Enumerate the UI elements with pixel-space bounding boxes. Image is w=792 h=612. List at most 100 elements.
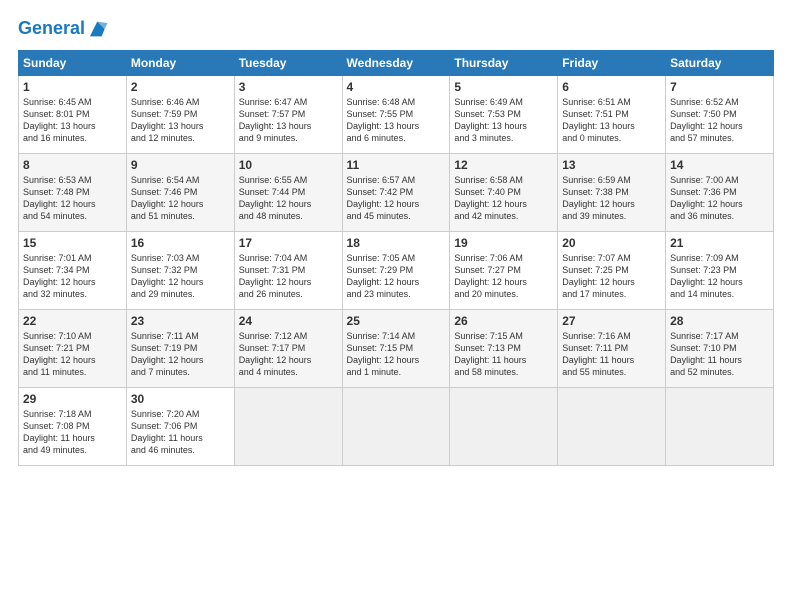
day-info: Sunrise: 7:01 AM Sunset: 7:34 PM Dayligh… [23, 252, 122, 301]
calendar-cell: 26 Sunrise: 7:15 AM Sunset: 7:13 PM Dayli… [450, 310, 558, 388]
day-info: Sunrise: 7:17 AM Sunset: 7:10 PM Dayligh… [670, 330, 769, 379]
day-number: 15 [23, 236, 122, 250]
day-number: 10 [239, 158, 338, 172]
day-number: 18 [347, 236, 446, 250]
day-number: 8 [23, 158, 122, 172]
header-day-tuesday: Tuesday [234, 51, 342, 76]
header-day-sunday: Sunday [19, 51, 127, 76]
day-info: Sunrise: 7:03 AM Sunset: 7:32 PM Dayligh… [131, 252, 230, 301]
header-row: SundayMondayTuesdayWednesdayThursdayFrid… [19, 51, 774, 76]
calendar-cell: 1 Sunrise: 6:45 AM Sunset: 8:01 PM Daylig… [19, 76, 127, 154]
calendar-cell: 3 Sunrise: 6:47 AM Sunset: 7:57 PM Daylig… [234, 76, 342, 154]
calendar-cell [234, 388, 342, 466]
day-info: Sunrise: 6:59 AM Sunset: 7:38 PM Dayligh… [562, 174, 661, 223]
day-info: Sunrise: 7:15 AM Sunset: 7:13 PM Dayligh… [454, 330, 553, 379]
day-info: Sunrise: 7:09 AM Sunset: 7:23 PM Dayligh… [670, 252, 769, 301]
day-info: Sunrise: 6:57 AM Sunset: 7:42 PM Dayligh… [347, 174, 446, 223]
day-number: 14 [670, 158, 769, 172]
day-number: 22 [23, 314, 122, 328]
header-day-monday: Monday [126, 51, 234, 76]
day-number: 16 [131, 236, 230, 250]
day-info: Sunrise: 7:20 AM Sunset: 7:06 PM Dayligh… [131, 408, 230, 457]
day-info: Sunrise: 7:06 AM Sunset: 7:27 PM Dayligh… [454, 252, 553, 301]
day-info: Sunrise: 7:04 AM Sunset: 7:31 PM Dayligh… [239, 252, 338, 301]
day-info: Sunrise: 6:46 AM Sunset: 7:59 PM Dayligh… [131, 96, 230, 145]
calendar-cell: 25 Sunrise: 7:14 AM Sunset: 7:15 PM Dayli… [342, 310, 450, 388]
day-info: Sunrise: 7:18 AM Sunset: 7:08 PM Dayligh… [23, 408, 122, 457]
day-number: 30 [131, 392, 230, 406]
day-info: Sunrise: 6:52 AM Sunset: 7:50 PM Dayligh… [670, 96, 769, 145]
week-row-4: 22Sunrise: 7:10 AM Sunset: 7:21 PM Dayli… [19, 310, 774, 388]
page: General SundayMondayTuesdayWednesdayThur… [0, 0, 792, 612]
day-number: 24 [239, 314, 338, 328]
calendar-cell [450, 388, 558, 466]
logo-icon [87, 18, 109, 40]
day-number: 17 [239, 236, 338, 250]
day-number: 26 [454, 314, 553, 328]
calendar-cell [558, 388, 666, 466]
calendar-cell: 13 Sunrise: 6:59 AM Sunset: 7:38 PM Dayli… [558, 154, 666, 232]
day-number: 20 [562, 236, 661, 250]
calendar-cell: 4 Sunrise: 6:48 AM Sunset: 7:55 PM Daylig… [342, 76, 450, 154]
calendar-cell: 10 Sunrise: 6:55 AM Sunset: 7:44 PM Dayli… [234, 154, 342, 232]
day-number: 23 [131, 314, 230, 328]
calendar-cell: 2Sunrise: 6:46 AM Sunset: 7:59 PM Daylig… [126, 76, 234, 154]
day-number: 27 [562, 314, 661, 328]
calendar-cell: 24 Sunrise: 7:12 AM Sunset: 7:17 PM Dayli… [234, 310, 342, 388]
calendar-table: SundayMondayTuesdayWednesdayThursdayFrid… [18, 50, 774, 466]
header-day-wednesday: Wednesday [342, 51, 450, 76]
logo-text: General [18, 18, 85, 40]
day-info: Sunrise: 6:55 AM Sunset: 7:44 PM Dayligh… [239, 174, 338, 223]
day-info: Sunrise: 7:11 AM Sunset: 7:19 PM Dayligh… [131, 330, 230, 379]
day-number: 19 [454, 236, 553, 250]
calendar-cell: 29 Sunrise: 7:18 AM Sunset: 7:08 PM Dayli… [19, 388, 127, 466]
day-info: Sunrise: 6:53 AM Sunset: 7:48 PM Dayligh… [23, 174, 122, 223]
day-info: Sunrise: 6:54 AM Sunset: 7:46 PM Dayligh… [131, 174, 230, 223]
header: General [18, 18, 774, 40]
day-info: Sunrise: 6:58 AM Sunset: 7:40 PM Dayligh… [454, 174, 553, 223]
calendar-cell [342, 388, 450, 466]
day-number: 25 [347, 314, 446, 328]
calendar-cell: 11 Sunrise: 6:57 AM Sunset: 7:42 PM Dayli… [342, 154, 450, 232]
calendar-cell: 22Sunrise: 7:10 AM Sunset: 7:21 PM Dayli… [19, 310, 127, 388]
day-info: Sunrise: 6:49 AM Sunset: 7:53 PM Dayligh… [454, 96, 553, 145]
day-info: Sunrise: 6:48 AM Sunset: 7:55 PM Dayligh… [347, 96, 446, 145]
day-info: Sunrise: 7:16 AM Sunset: 7:11 PM Dayligh… [562, 330, 661, 379]
day-number: 13 [562, 158, 661, 172]
calendar-cell: 18 Sunrise: 7:05 AM Sunset: 7:29 PM Dayli… [342, 232, 450, 310]
calendar-cell: 21Sunrise: 7:09 AM Sunset: 7:23 PM Dayli… [666, 232, 774, 310]
calendar-cell: 5Sunrise: 6:49 AM Sunset: 7:53 PM Daylig… [450, 76, 558, 154]
calendar-cell: 7Sunrise: 6:52 AM Sunset: 7:50 PM Daylig… [666, 76, 774, 154]
day-info: Sunrise: 7:07 AM Sunset: 7:25 PM Dayligh… [562, 252, 661, 301]
day-number: 3 [239, 80, 338, 94]
calendar-cell: 20 Sunrise: 7:07 AM Sunset: 7:25 PM Dayli… [558, 232, 666, 310]
day-number: 4 [347, 80, 446, 94]
calendar-cell: 23 Sunrise: 7:11 AM Sunset: 7:19 PM Dayli… [126, 310, 234, 388]
calendar-cell: 15 Sunrise: 7:01 AM Sunset: 7:34 PM Dayli… [19, 232, 127, 310]
day-info: Sunrise: 7:12 AM Sunset: 7:17 PM Dayligh… [239, 330, 338, 379]
day-info: Sunrise: 6:51 AM Sunset: 7:51 PM Dayligh… [562, 96, 661, 145]
calendar-cell: 19 Sunrise: 7:06 AM Sunset: 7:27 PM Dayli… [450, 232, 558, 310]
day-number: 11 [347, 158, 446, 172]
day-number: 12 [454, 158, 553, 172]
calendar-cell: 6Sunrise: 6:51 AM Sunset: 7:51 PM Daylig… [558, 76, 666, 154]
calendar-cell: 8 Sunrise: 6:53 AM Sunset: 7:48 PM Daylig… [19, 154, 127, 232]
header-day-saturday: Saturday [666, 51, 774, 76]
week-row-1: 1 Sunrise: 6:45 AM Sunset: 8:01 PM Daylig… [19, 76, 774, 154]
day-info: Sunrise: 6:47 AM Sunset: 7:57 PM Dayligh… [239, 96, 338, 145]
day-info: Sunrise: 7:05 AM Sunset: 7:29 PM Dayligh… [347, 252, 446, 301]
day-info: Sunrise: 6:45 AM Sunset: 8:01 PM Dayligh… [23, 96, 122, 145]
logo: General [18, 18, 109, 40]
day-number: 1 [23, 80, 122, 94]
calendar-cell: 9 Sunrise: 6:54 AM Sunset: 7:46 PM Daylig… [126, 154, 234, 232]
day-info: Sunrise: 7:14 AM Sunset: 7:15 PM Dayligh… [347, 330, 446, 379]
header-day-thursday: Thursday [450, 51, 558, 76]
calendar-cell: 27 Sunrise: 7:16 AM Sunset: 7:11 PM Dayli… [558, 310, 666, 388]
calendar-cell: 16 Sunrise: 7:03 AM Sunset: 7:32 PM Dayli… [126, 232, 234, 310]
calendar-cell: 30 Sunrise: 7:20 AM Sunset: 7:06 PM Dayli… [126, 388, 234, 466]
day-number: 29 [23, 392, 122, 406]
week-row-3: 15 Sunrise: 7:01 AM Sunset: 7:34 PM Dayli… [19, 232, 774, 310]
day-number: 9 [131, 158, 230, 172]
calendar-cell: 12 Sunrise: 6:58 AM Sunset: 7:40 PM Dayli… [450, 154, 558, 232]
calendar-cell: 28Sunrise: 7:17 AM Sunset: 7:10 PM Dayli… [666, 310, 774, 388]
